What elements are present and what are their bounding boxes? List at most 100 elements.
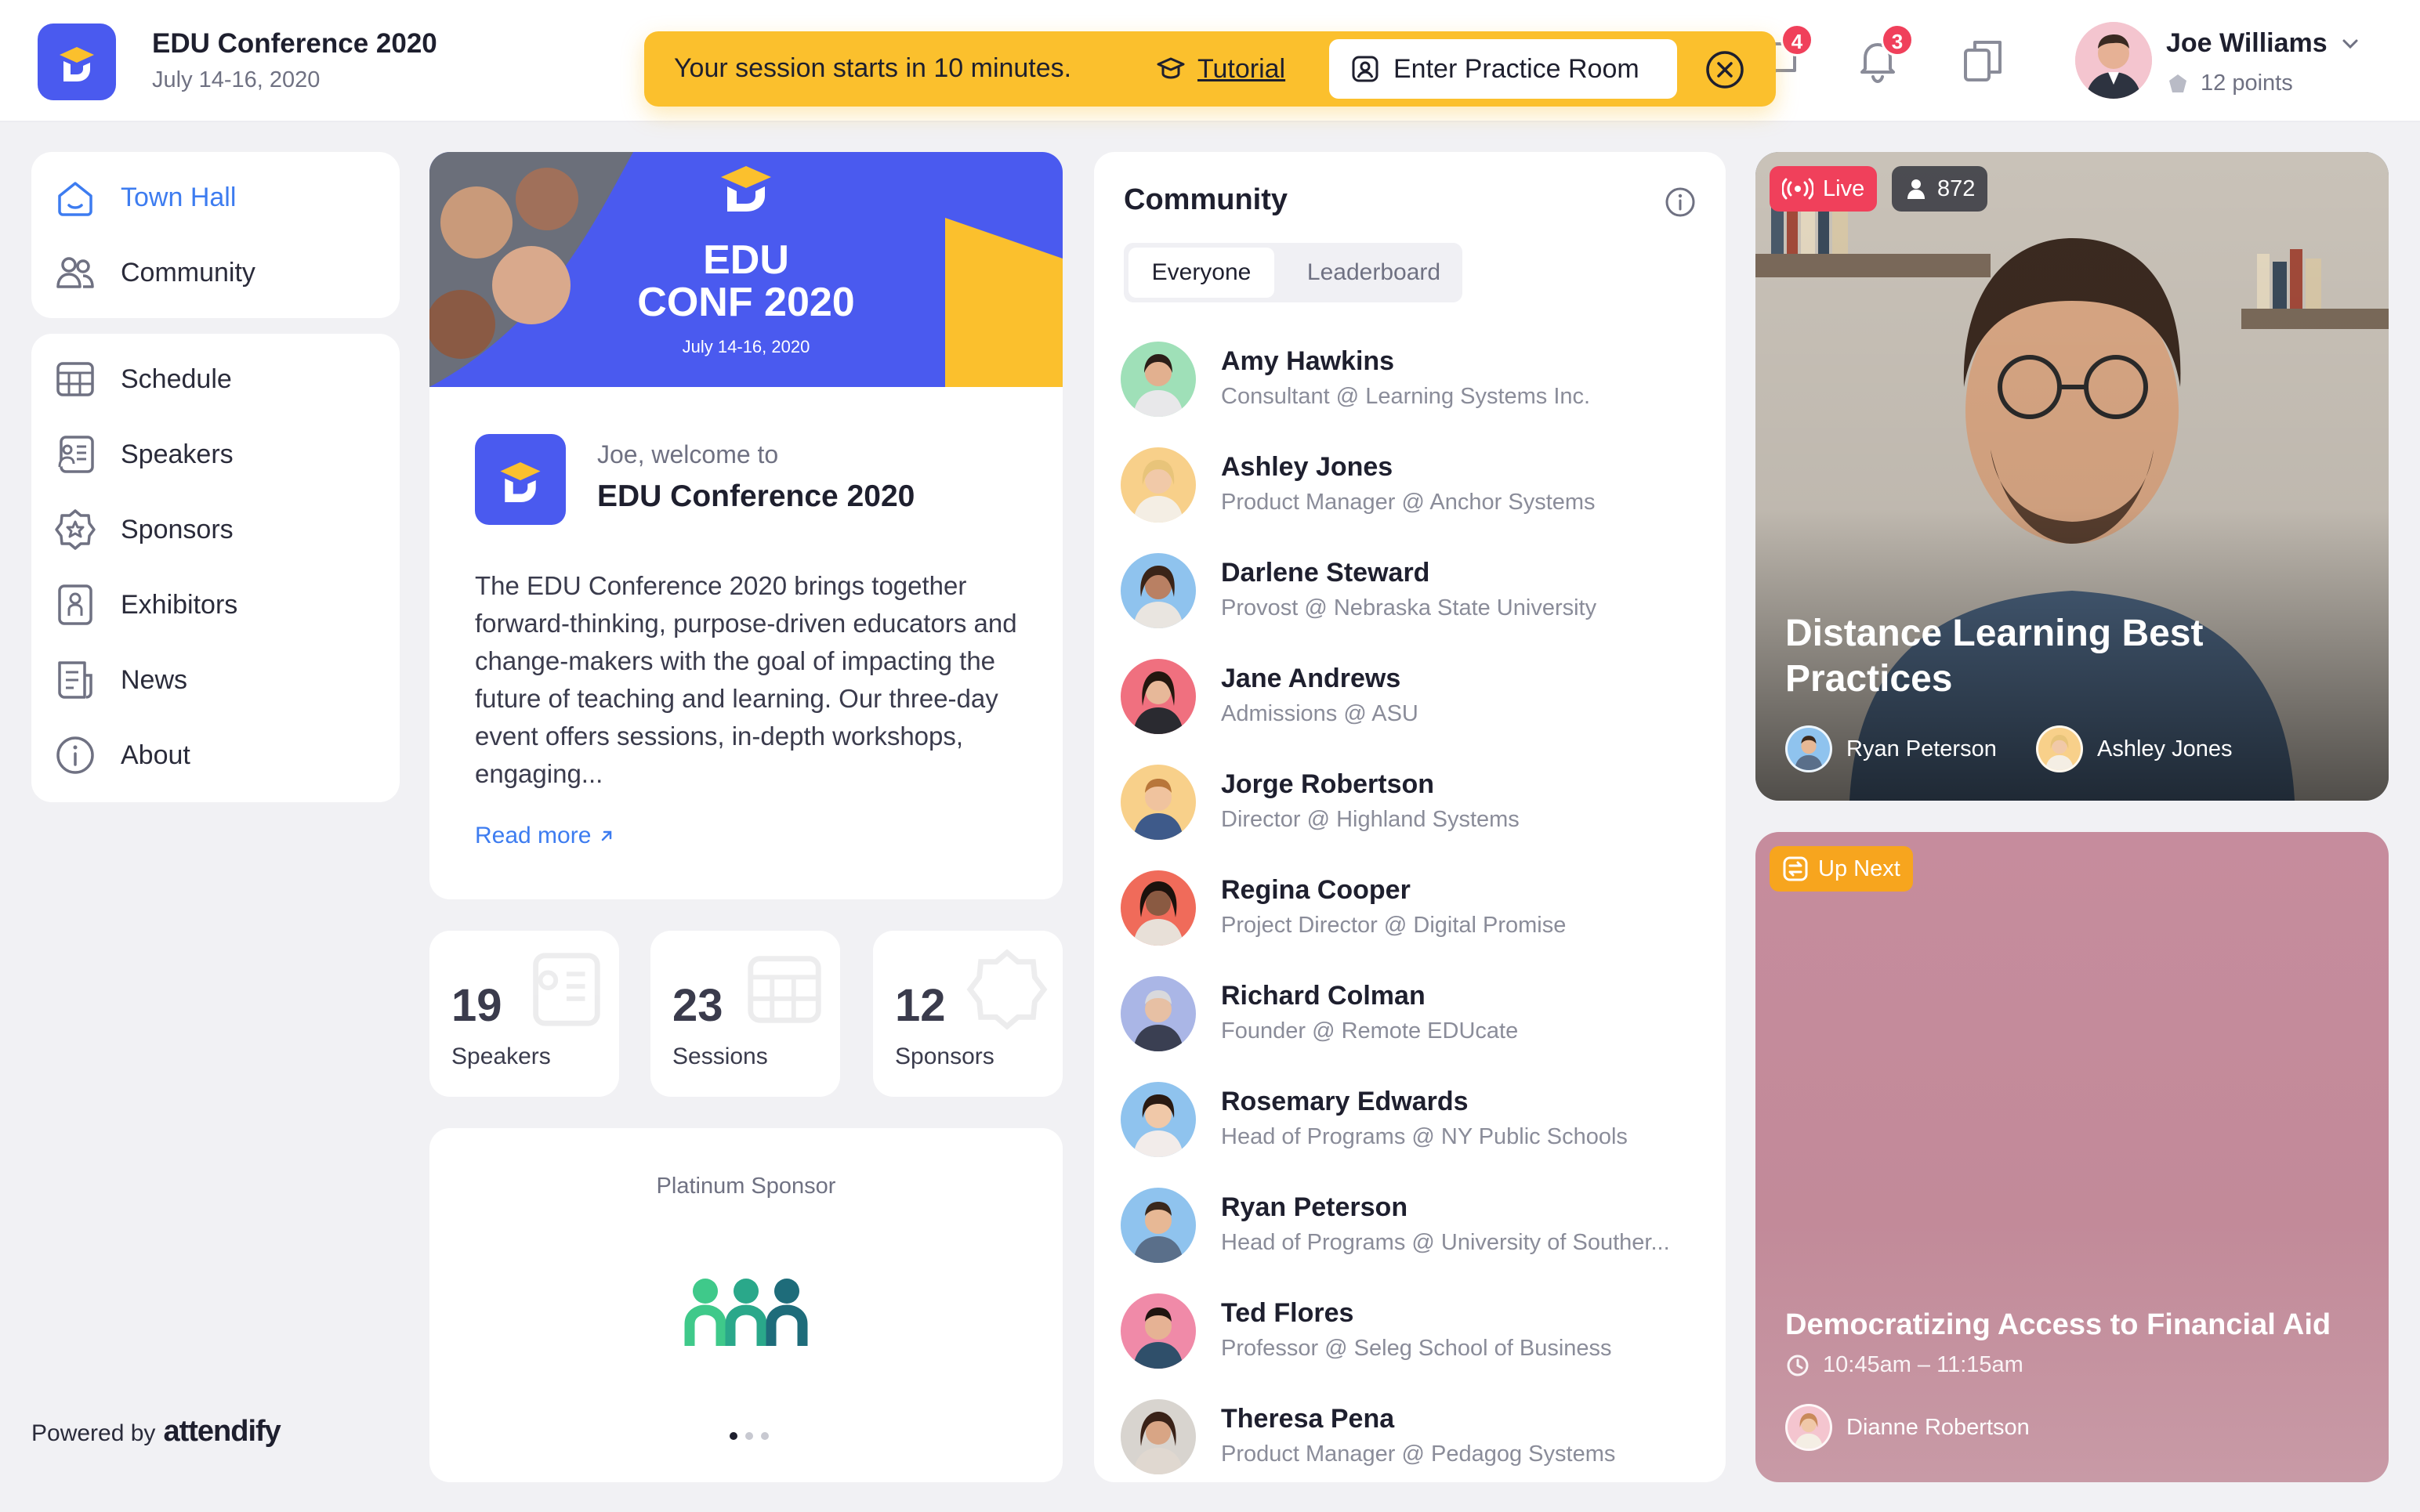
- user-avatar[interactable]: [2075, 22, 2152, 99]
- calendar-grid-icon: [56, 362, 94, 396]
- hero-title-line2: CONF 2020: [637, 280, 855, 325]
- speaker-card-icon: [58, 436, 94, 473]
- nav-item-community[interactable]: Community: [53, 249, 255, 296]
- member-name: Regina Cooper: [1221, 875, 1411, 905]
- nav-item-town-hall[interactable]: Town Hall: [53, 174, 236, 221]
- member-avatar: [1121, 1293, 1196, 1369]
- person-portrait-icon: [1133, 881, 1183, 946]
- carousel-dots[interactable]: [727, 1431, 771, 1441]
- member-list-item[interactable]: Rosemary Edwards Head of Programs @ NY P…: [1121, 1077, 1701, 1163]
- broadcast-icon: [1782, 178, 1813, 200]
- member-role: Project Director @ Digital Promise: [1221, 913, 1567, 938]
- member-list-item[interactable]: Ashley Jones Product Manager @ Anchor Sy…: [1121, 443, 1701, 529]
- member-name: Jorge Robertson: [1221, 769, 1435, 799]
- close-banner-icon[interactable]: [1704, 49, 1746, 91]
- person-portrait-icon: [1133, 354, 1183, 417]
- notifications-button[interactable]: 3: [1853, 24, 1914, 86]
- points-badge-icon: [2169, 74, 2186, 92]
- member-name: Ted Flores: [1221, 1298, 1354, 1328]
- member-list-item[interactable]: Regina Cooper Project Director @ Digital…: [1121, 866, 1701, 952]
- member-role: Head of Programs @ NY Public Schools: [1221, 1124, 1628, 1149]
- member-list-item[interactable]: Jorge Robertson Director @ Highland Syst…: [1121, 760, 1701, 846]
- member-avatar: [1121, 447, 1196, 523]
- community-tabs: Everyone Leaderboard: [1124, 243, 1462, 302]
- graduation-cap-icon: [1157, 57, 1185, 79]
- graduation-cap-logo-icon: [500, 461, 541, 502]
- person-portrait-icon: [1795, 1413, 1823, 1449]
- member-role: Consultant @ Learning Systems Inc.: [1221, 384, 1591, 409]
- powered-by[interactable]: Powered by attendify: [31, 1415, 281, 1449]
- app-dates: July 14-16, 2020: [152, 67, 321, 92]
- speaker-chip[interactable]: Ryan Peterson: [1785, 725, 1997, 772]
- exhibitor-icon: [58, 584, 92, 625]
- nav-item-about[interactable]: About: [53, 732, 190, 779]
- nav-item-news[interactable]: News: [53, 657, 187, 704]
- notifications-badge: 3: [1881, 24, 1914, 56]
- info-icon[interactable]: [1663, 185, 1697, 219]
- sponsor-label: Platinum Sponsor: [656, 1174, 836, 1199]
- copy-cards-icon: [1964, 41, 2002, 81]
- live-pill: Live: [1770, 166, 1878, 212]
- app-logo[interactable]: [38, 24, 116, 100]
- platinum-sponsor-card[interactable]: Platinum Sponsor: [429, 1128, 1063, 1482]
- member-name: Ryan Peterson: [1221, 1192, 1408, 1222]
- stat-card-sponsors[interactable]: 12 Sponsors: [873, 931, 1063, 1097]
- member-list-item[interactable]: Ted Flores Professor @ Seleg School of B…: [1121, 1289, 1701, 1375]
- member-name: Rosemary Edwards: [1221, 1087, 1469, 1116]
- tab-everyone[interactable]: Everyone: [1128, 248, 1274, 298]
- speaker-card-icon: [533, 953, 600, 1026]
- person-portrait-icon: [1133, 460, 1183, 523]
- member-avatar: [1121, 1188, 1196, 1263]
- nav-item-speakers[interactable]: Speakers: [53, 431, 234, 478]
- speaker-chip[interactable]: Dianne Robertson: [1785, 1404, 2030, 1451]
- nav-item-sponsors[interactable]: Sponsors: [53, 506, 234, 553]
- chat-badge: 4: [1781, 24, 1813, 56]
- live-label: Live: [1823, 175, 1865, 201]
- nav-item-exhibitors[interactable]: Exhibitors: [53, 581, 237, 628]
- member-list-item[interactable]: Ryan Peterson Head of Programs @ Univers…: [1121, 1183, 1701, 1269]
- nav-label: About: [121, 740, 190, 770]
- enter-practice-room-button[interactable]: Enter Practice Room: [1329, 39, 1677, 99]
- live-session-card[interactable]: Live 872 Distance Learning Best Practice…: [1755, 152, 2389, 801]
- calendar-grid-icon: [748, 956, 821, 1023]
- tutorial-link[interactable]: Tutorial: [1155, 52, 1285, 86]
- info-icon: [56, 736, 94, 774]
- person-portrait-icon: [1133, 779, 1183, 840]
- stat-label: Sponsors: [895, 1044, 994, 1069]
- member-list-item[interactable]: Theresa Pena Product Manager @ Pedagog S…: [1121, 1394, 1701, 1481]
- speaker-chip[interactable]: Ashley Jones: [2036, 725, 2233, 772]
- bookmarks-button[interactable]: [1958, 34, 2008, 86]
- home-icon: [58, 182, 92, 216]
- stat-card-sessions[interactable]: 23 Sessions: [650, 931, 840, 1097]
- up-next-card[interactable]: Up Next Democratizing Access to Financia…: [1755, 832, 2389, 1482]
- member-role: Founder @ Remote EDUcate: [1221, 1018, 1519, 1044]
- tab-leaderboard[interactable]: Leaderboard: [1290, 248, 1458, 298]
- practice-label: Enter Practice Room: [1393, 53, 1639, 84]
- stat-card-speakers[interactable]: 19 Speakers: [429, 931, 619, 1097]
- read-more-link[interactable]: Read more: [475, 823, 614, 849]
- stat-value: 19: [451, 980, 502, 1031]
- up-next-time-value: 10:45am – 11:15am: [1823, 1352, 2023, 1377]
- member-avatar: [1121, 553, 1196, 628]
- member-avatar: [1121, 870, 1196, 946]
- member-list-item[interactable]: Richard Colman Founder @ Remote EDUcate: [1121, 971, 1701, 1058]
- nav-label: Exhibitors: [121, 589, 238, 620]
- practice-room-icon: [1352, 56, 1378, 82]
- attendify-logo: attendify: [163, 1415, 281, 1448]
- tutorial-label: Tutorial: [1197, 53, 1286, 84]
- stat-value: 23: [672, 980, 723, 1031]
- member-list-item[interactable]: Darlene Steward Provost @ Nebraska State…: [1121, 548, 1701, 635]
- conference-hero-banner: EDU CONF 2020 July 14-16, 2020: [429, 152, 1063, 387]
- user-menu[interactable]: Joe Williams: [2166, 28, 2359, 59]
- speaker-name: Ryan Peterson: [1846, 736, 1997, 761]
- person-portrait-icon: [1133, 1202, 1183, 1263]
- member-list-item[interactable]: Jane Andrews Admissions @ ASU: [1121, 654, 1701, 740]
- member-list-item[interactable]: Amy Hawkins Consultant @ Learning System…: [1121, 337, 1701, 423]
- nav-label: News: [121, 664, 188, 695]
- speaker-name: Dianne Robertson: [1846, 1414, 2030, 1440]
- person-portrait-icon: [1133, 1308, 1183, 1369]
- speaker-avatar: [2036, 725, 2083, 772]
- member-avatar: [1121, 765, 1196, 840]
- member-role: Admissions @ ASU: [1221, 701, 1418, 726]
- nav-item-schedule[interactable]: Schedule: [53, 356, 232, 403]
